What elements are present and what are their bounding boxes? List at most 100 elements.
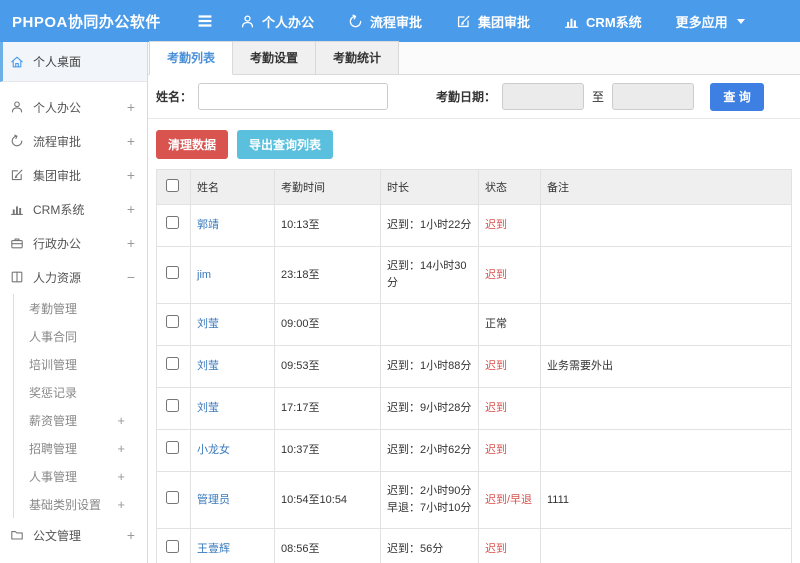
table-row: 刘莹 17:17至 迟到：9小时28分 迟到 — [156, 387, 792, 431]
expand-plus-icon[interactable]: + — [117, 441, 125, 456]
date-to-input[interactable] — [612, 83, 695, 110]
expand-plus-icon[interactable]: + — [127, 99, 135, 115]
table-row: 王壹辉 08:56至 迟到：56分 迟到 — [156, 528, 792, 563]
sidebar-item-label: 流程审批 — [33, 134, 82, 149]
duration-line: 早退：7小时10分 — [387, 502, 472, 515]
expand-plus-icon[interactable]: + — [127, 235, 135, 251]
folder-icon — [10, 528, 25, 542]
nav-item[interactable]: 更多应用 — [676, 12, 745, 31]
row-checkbox[interactable] — [166, 357, 179, 371]
status-badge: 迟到 — [485, 268, 507, 281]
export-list-button[interactable]: 导出查询列表 — [237, 130, 334, 159]
cell-remark: 业务需要外出 — [540, 345, 792, 389]
name-field-label: 姓名： — [156, 90, 193, 104]
clean-data-button[interactable]: 清理数据 — [156, 130, 229, 159]
expand-plus-icon[interactable]: + — [127, 527, 135, 543]
cell-time: 23:18至 — [274, 246, 381, 305]
employee-name-link[interactable]: 刘莹 — [197, 402, 219, 414]
app-title: PHPOA协同办公软件 — [12, 13, 161, 31]
expand-plus-icon[interactable]: + — [127, 133, 135, 149]
cell-remark — [540, 429, 792, 473]
tab-bar: 考勤列表 考勤设置 考勤统计 — [148, 41, 800, 75]
employee-name-link[interactable]: 管理员 — [197, 494, 230, 506]
cell-time: 10:37至 — [274, 429, 381, 473]
book-icon — [10, 270, 25, 284]
employee-name-link[interactable]: 小龙女 — [197, 444, 230, 456]
tab-attendance-settings[interactable]: 考勤设置 — [232, 41, 317, 74]
sidebar-sub-item[interactable]: 考勤管理 — [14, 294, 147, 322]
tab-attendance-list[interactable]: 考勤列表 — [149, 41, 234, 75]
employee-name-link[interactable]: 郭靖 — [197, 219, 219, 231]
cell-status: 迟到 — [478, 528, 541, 563]
cell-status: 迟到 — [478, 246, 541, 305]
search-bar: 姓名： 考勤日期： 至 查 询 — [148, 75, 800, 119]
table-row: jim 23:18至 迟到：14小时30分 迟到 — [156, 246, 792, 305]
table-row: 管理员 10:54至10:54 迟到：2小时90分 早退：7小时10分 迟到/早退 111… — [156, 471, 792, 530]
sidebar-sub-item-label: 培训管理 — [29, 357, 78, 372]
hamburger-menu-icon[interactable] — [196, 12, 222, 30]
sidebar-sub-item[interactable]: 人事管理 + — [14, 462, 147, 490]
employee-name-link[interactable]: 刘莹 — [197, 360, 219, 372]
expand-plus-icon[interactable]: + — [117, 497, 125, 512]
expand-plus-icon[interactable]: + — [127, 167, 135, 183]
workflow-icon — [348, 14, 363, 29]
row-checkbox[interactable] — [166, 315, 179, 329]
sidebar-item[interactable]: 用车管理+ — [0, 552, 147, 563]
sidebar-item[interactable]: 个人桌面 — [0, 42, 147, 82]
row-checkbox[interactable] — [166, 216, 179, 229]
collapse-minus-icon[interactable]: − — [127, 269, 135, 285]
sidebar-sub-item[interactable]: 奖惩记录 — [14, 378, 147, 406]
caret-down-icon — [736, 18, 745, 24]
duration-line: 迟到：2小时62分 — [387, 444, 472, 457]
sidebar-sub-item[interactable]: 招聘管理 + — [14, 434, 147, 462]
expand-plus-icon[interactable]: + — [127, 201, 135, 217]
row-checkbox[interactable] — [166, 540, 179, 554]
nav-item-label: CRM系统 — [586, 14, 642, 30]
expand-plus-icon[interactable]: + — [117, 413, 125, 428]
select-all-checkbox[interactable] — [166, 179, 179, 192]
employee-name-link[interactable]: 刘莹 — [197, 318, 219, 330]
top-nav: 个人办公 流程审批 集团审批 CRM系统 更多应用 — [240, 12, 745, 31]
employee-name-link[interactable]: jim — [197, 269, 211, 281]
duration-line: 迟到：14小时30分 — [387, 260, 467, 290]
sidebar-item[interactable]: 公文管理 + — [0, 518, 147, 552]
sidebar-item[interactable]: 人力资源 − — [0, 260, 147, 294]
nav-item[interactable]: 集团审批 — [456, 12, 530, 31]
tab-attendance-stats[interactable]: 考勤统计 — [315, 41, 400, 74]
row-checkbox-cell — [156, 345, 191, 389]
nav-item[interactable]: CRM系统 — [564, 12, 642, 31]
chart-icon — [564, 14, 579, 29]
briefcase-icon — [10, 236, 25, 250]
cell-time: 10:54至10:54 — [274, 471, 381, 530]
sidebar-sub-item[interactable]: 人事合同 — [14, 322, 147, 350]
user-icon — [240, 14, 255, 29]
employee-name-link[interactable]: 王壹辉 — [197, 543, 230, 555]
content-area: 考勤列表 考勤设置 考勤统计 姓名： 考勤日期： 至 查 询 清理数据 导出查询… — [148, 41, 800, 563]
sidebar-sub-item[interactable]: 基础类别设置 + — [14, 490, 147, 518]
sidebar-sub-item[interactable]: 培训管理 — [14, 350, 147, 378]
expand-plus-icon[interactable]: + — [117, 469, 125, 484]
sidebar-item-label: 行政办公 — [33, 236, 82, 251]
name-input[interactable] — [198, 83, 389, 110]
row-checkbox[interactable] — [166, 399, 179, 413]
sidebar-item[interactable]: 行政办公 + — [0, 226, 147, 260]
nav-item[interactable]: 个人办公 — [240, 12, 314, 31]
sidebar-item[interactable]: 流程审批 + — [0, 124, 147, 158]
row-checkbox[interactable] — [166, 490, 179, 504]
sidebar-sub-item-label: 招聘管理 — [29, 441, 78, 456]
row-checkbox[interactable] — [166, 441, 179, 455]
attendance-table-wrap: 姓名 考勤时间 时长 状态 备注 郭靖 10:13至 迟到：1小时22分 迟到 jim 2… — [148, 169, 800, 563]
nav-item[interactable]: 流程审批 — [348, 12, 422, 31]
sidebar-item[interactable]: CRM系统 + — [0, 192, 147, 226]
row-checkbox[interactable] — [166, 265, 179, 279]
duration-line: 迟到：2小时90分 — [387, 485, 472, 498]
sidebar-sub-item[interactable]: 薪资管理 + — [14, 406, 147, 434]
date-from-input[interactable] — [502, 83, 585, 110]
cell-name: 小龙女 — [190, 429, 275, 473]
sidebar-item[interactable]: 个人办公 + — [0, 90, 147, 124]
sidebar-item[interactable]: 集团审批 + — [0, 158, 147, 192]
cell-time: 10:13至 — [274, 203, 381, 248]
query-button[interactable]: 查 询 — [710, 82, 765, 111]
row-checkbox-cell — [156, 471, 191, 530]
row-checkbox-cell — [156, 303, 191, 347]
